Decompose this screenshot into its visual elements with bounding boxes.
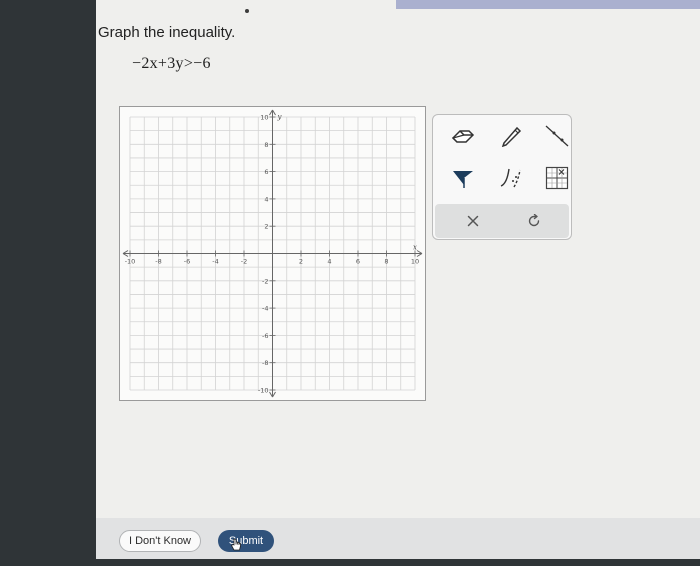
- line-icon: [545, 125, 569, 147]
- no-solution-tool[interactable]: [541, 164, 573, 192]
- undo-icon: [528, 214, 540, 227]
- x-axis-label: x: [413, 244, 417, 252]
- x-tick-label: 10: [411, 258, 419, 266]
- shade-region-tool[interactable]: [447, 164, 479, 192]
- line-tool[interactable]: [541, 122, 573, 150]
- graph-toolbox: [432, 114, 572, 240]
- app-screen: Graph the inequality. −2x+3y>−6 -10 -8 -6 -…: [96, 0, 700, 559]
- y-tick-label: 6: [264, 168, 268, 176]
- x-tick-label: -10: [125, 258, 136, 266]
- y-tick-label: -4: [262, 305, 268, 313]
- curve-icon: [500, 168, 521, 188]
- x-tick-label: 2: [299, 258, 303, 266]
- y-tick-label: -2: [262, 277, 268, 285]
- dont-know-button[interactable]: I Don't Know: [119, 530, 201, 552]
- eraser-icon: [451, 130, 475, 143]
- graph-area[interactable]: -10 -8 -6 -4 -2 2 4 6 8 10 10 8 6 4 2 -2 -4 -6 -8 -10 x y: [119, 106, 426, 401]
- x-tick-label: 8: [384, 258, 388, 266]
- y-tick-label: -10: [258, 387, 269, 395]
- x-tick-label: 4: [327, 258, 331, 266]
- x-tick-label: -2: [241, 258, 247, 266]
- y-tick-label: 10: [260, 114, 268, 122]
- coordinate-grid[interactable]: -10 -8 -6 -4 -2 2 4 6 8 10108642-2-4-6-8-10xy: [120, 107, 425, 400]
- status-dot: [245, 9, 249, 13]
- eraser-tool[interactable]: [447, 122, 479, 150]
- footer-bar: I Don't Know Submit: [96, 518, 700, 559]
- pencil-icon: [501, 126, 522, 147]
- pencil-tool[interactable]: [495, 122, 527, 150]
- x-tick-label: -6: [184, 258, 190, 266]
- y-tick-label: 2: [264, 223, 268, 231]
- dashed-line-tool[interactable]: [495, 164, 527, 192]
- question-label: Graph the inequality.: [98, 24, 236, 41]
- inequality-expression: −2x+3y>−6: [132, 55, 211, 72]
- y-tick-label: -8: [262, 359, 268, 367]
- x-tick-label: -4: [212, 258, 218, 266]
- y-tick-label: 8: [264, 141, 268, 149]
- y-tick-label: -6: [262, 332, 268, 340]
- undo-button[interactable]: [519, 206, 549, 236]
- grid-icon: [545, 166, 569, 190]
- clear-button[interactable]: [458, 206, 488, 236]
- toolbox-action-bar: [435, 204, 569, 238]
- submit-button[interactable]: Submit: [218, 530, 274, 552]
- top-accent-bar: [396, 0, 700, 9]
- x-tick-label: 6: [356, 258, 360, 266]
- y-tick-label: 4: [264, 195, 268, 203]
- x-tick-label: -8: [155, 258, 161, 266]
- close-icon: [467, 215, 479, 227]
- flag-icon: [453, 171, 473, 188]
